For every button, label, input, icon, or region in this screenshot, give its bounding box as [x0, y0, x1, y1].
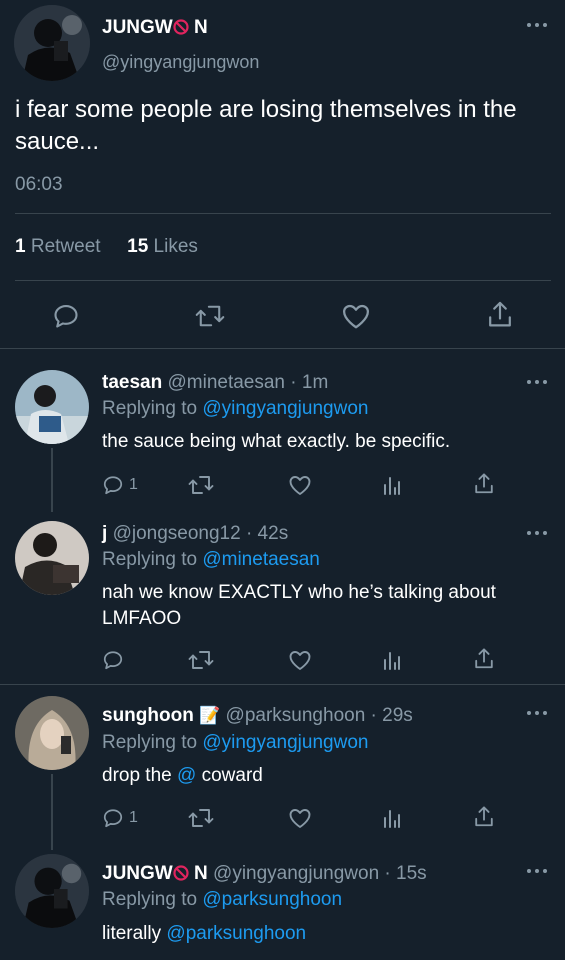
- more-icon[interactable]: [527, 531, 547, 537]
- reply-text: literally @parksunghoon: [102, 923, 307, 944]
- retweet-count[interactable]: 1 Retweet: [15, 236, 101, 257]
- reply-handle-time[interactable]: @parksunghoon · 29s: [226, 705, 413, 726]
- like-count[interactable]: 15 Likes: [127, 236, 198, 257]
- reply-display-name[interactable]: j: [102, 523, 107, 544]
- no-entry-emoji-icon: [173, 865, 189, 881]
- heart-icon[interactable]: [288, 649, 312, 671]
- more-icon[interactable]: [527, 711, 547, 717]
- share-icon[interactable]: [473, 647, 495, 671]
- divider: [15, 213, 551, 214]
- replying-to-link[interactable]: @minetaesan: [202, 549, 320, 570]
- no-entry-emoji-icon: [173, 19, 189, 35]
- main-tweet-time[interactable]: 06:03: [15, 174, 63, 196]
- reply-text-line2: LMFAOO: [102, 608, 182, 629]
- thread-line: [51, 448, 53, 512]
- main-tweet-display-name[interactable]: JUNGW N: [102, 17, 208, 39]
- more-icon[interactable]: [527, 380, 547, 386]
- reply-icon[interactable]: [102, 474, 124, 496]
- reply-icon[interactable]: [52, 302, 80, 330]
- reply-display-name[interactable]: taesan: [102, 372, 162, 393]
- share-icon[interactable]: [486, 300, 514, 330]
- analytics-icon[interactable]: [382, 474, 402, 496]
- replying-to: Replying to @yingyangjungwon: [102, 398, 369, 419]
- main-tweet-text: i fear some people are losing themselves…: [15, 96, 517, 155]
- replying-to: Replying to @yingyangjungwon: [102, 732, 369, 753]
- reply-header: taesan @minetaesan · 1m: [102, 372, 328, 394]
- reply-text-line1: nah we know EXACTLY who he’s talking abo…: [102, 582, 496, 603]
- reply-icon[interactable]: [102, 807, 124, 829]
- reply-handle-time[interactable]: @yingyangjungwon · 15s: [213, 863, 427, 884]
- memo-emoji: 📝: [199, 706, 221, 725]
- share-icon[interactable]: [473, 472, 495, 496]
- reply-avatar-j[interactable]: [15, 521, 89, 595]
- reply-display-name[interactable]: sunghoon: [102, 705, 194, 726]
- reply-icon[interactable]: [102, 649, 124, 671]
- reply-text: the sauce being what exactly. be specifi…: [102, 431, 451, 452]
- reply-count: 1: [129, 809, 138, 826]
- tweet-stats: 1 Retweet 15 Likes: [15, 236, 198, 258]
- replying-to-link[interactable]: @yingyangjungwon: [202, 398, 368, 419]
- main-tweet-handle[interactable]: @yingyangjungwon: [102, 52, 259, 73]
- analytics-icon[interactable]: [382, 649, 402, 671]
- reply-handle-time[interactable]: @minetaesan · 1m: [167, 372, 328, 393]
- replying-to: Replying to @minetaesan: [102, 549, 320, 570]
- thread-line: [51, 774, 53, 850]
- heart-icon[interactable]: [288, 807, 312, 829]
- retweet-icon[interactable]: [195, 303, 225, 329]
- main-tweet-avatar[interactable]: [14, 5, 90, 81]
- analytics-icon[interactable]: [382, 807, 402, 829]
- reply-header: JUNGW N @yingyangjungwon · 15s: [102, 863, 427, 885]
- more-icon[interactable]: [527, 23, 547, 29]
- heart-icon[interactable]: [288, 474, 312, 496]
- reply-handle-time[interactable]: @jongseong12 · 42s: [113, 523, 289, 544]
- replying-to: Replying to @parksunghoon: [102, 889, 343, 910]
- retweet-icon[interactable]: [188, 474, 214, 496]
- reply-avatar-sunghoon[interactable]: [15, 696, 89, 770]
- replying-to-link[interactable]: @parksunghoon: [202, 889, 342, 910]
- reply-display-name[interactable]: JUNGW N: [102, 863, 208, 884]
- reply-avatar-taesan[interactable]: [15, 370, 89, 444]
- retweet-icon[interactable]: [188, 649, 214, 671]
- reply-header: sunghoon 📝 @parksunghoon · 29s: [102, 705, 413, 727]
- reply-text: drop the @ coward: [102, 765, 263, 786]
- replying-to-link[interactable]: @yingyangjungwon: [202, 732, 368, 753]
- divider: [0, 684, 565, 685]
- more-icon[interactable]: [527, 869, 547, 875]
- reply-count: 1: [129, 476, 138, 493]
- mention-link[interactable]: @: [177, 765, 196, 786]
- reply-avatar-jungwon[interactable]: [15, 854, 89, 928]
- divider: [15, 280, 551, 281]
- heart-icon[interactable]: [341, 302, 371, 330]
- divider: [0, 348, 565, 349]
- retweet-icon[interactable]: [188, 807, 214, 829]
- reply-header: j @jongseong12 · 42s: [102, 523, 288, 545]
- mention-link[interactable]: @parksunghoon: [166, 923, 306, 944]
- share-icon[interactable]: [473, 805, 495, 829]
